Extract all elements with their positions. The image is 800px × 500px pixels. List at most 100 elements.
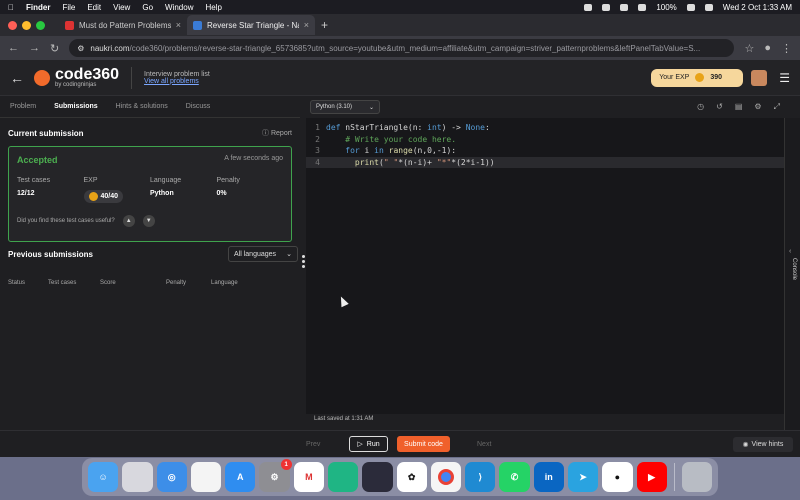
maximize-window-button[interactable] (36, 20, 45, 30)
code360-logo[interactable]: code360 by codingninjas (34, 65, 119, 88)
control-center-icon[interactable] (704, 3, 713, 11)
launchpad-icon[interactable] (122, 462, 153, 492)
current-submission-title: Current submission (8, 128, 84, 138)
bluetooth-icon[interactable] (620, 3, 629, 11)
exp-badge[interactable]: Your EXP 390 (651, 68, 744, 87)
github-icon[interactable]: ● (602, 462, 633, 492)
reload-icon[interactable]: ↻ (50, 42, 59, 55)
panel-resize-handle[interactable] (302, 255, 305, 270)
language-filter-select[interactable]: All languages ⌄ (228, 246, 298, 262)
chatgpt-icon[interactable]: ✿ (396, 462, 427, 492)
avatar[interactable] (751, 69, 768, 86)
safari-icon[interactable]: ◎ (156, 462, 187, 492)
code-editor[interactable]: 1 def nStarTriangle(n: int) -> None: 2 # … (306, 118, 784, 414)
back-arrow-icon[interactable]: ← (8, 42, 19, 54)
stat-test-cases: Test cases 12/12 (17, 177, 84, 203)
timer-icon[interactable]: ◷ (697, 102, 704, 112)
chrome-icon[interactable] (430, 462, 462, 492)
browser-menu-icon[interactable]: ⋮ (781, 42, 792, 55)
battery-percent[interactable]: 100% (656, 3, 676, 12)
gmail-icon[interactable]: M (293, 462, 324, 492)
stat-label: Language (150, 177, 182, 184)
youtube-icon[interactable]: ▶ (636, 462, 667, 492)
run-button[interactable]: ▷ Run (349, 436, 388, 452)
vscode-icon[interactable]: ⟩ (465, 462, 496, 492)
tab-hints-solutions[interactable]: Hints & solutions (116, 103, 168, 110)
linkedin-icon[interactable]: in (533, 462, 564, 492)
logo-text-a: code (55, 65, 93, 83)
stat-label: EXP (83, 177, 98, 184)
new-tab-button[interactable]: + (321, 18, 328, 32)
menu-finder[interactable]: Finder (26, 3, 50, 12)
menu-help[interactable]: Help (205, 3, 221, 12)
site-info-icon[interactable]: ⚙ (77, 44, 84, 53)
menu-file[interactable]: File (62, 3, 75, 12)
telegram-icon[interactable]: ➤ (567, 462, 599, 492)
tab-submissions[interactable]: Submissions (54, 103, 98, 110)
tab-close-button[interactable]: × (176, 20, 181, 30)
system-settings-icon[interactable]: ⚙ 1 (259, 459, 292, 492)
submit-code-button[interactable]: Submit code (397, 436, 450, 452)
davinci-icon[interactable] (362, 462, 393, 492)
address-toolbar: ← → ↻ ⚙ naukri.com/code360/problems/reve… (0, 36, 800, 60)
feedback-row: Did you find these test cases useful? ▲ … (17, 215, 283, 227)
console-toggle[interactable]: ‹ Console (784, 118, 800, 430)
view-hints-button[interactable]: ✺ View hints (733, 437, 793, 452)
report-button[interactable]: ⓘ Report (262, 128, 292, 138)
whatsapp-icon[interactable]: ✆ (499, 462, 530, 492)
view-all-problems-link[interactable]: View all problems (144, 78, 210, 85)
prev-button[interactable]: Prev (306, 441, 320, 448)
menu-edit[interactable]: Edit (87, 3, 101, 12)
clock[interactable]: Wed 2 Oct 1:33 AM (723, 3, 792, 12)
profile-icon[interactable]: ● (764, 42, 771, 54)
stat-language: Language Python (150, 177, 217, 203)
finder-icon[interactable]: ☺ (88, 462, 119, 492)
volume-icon[interactable] (602, 3, 611, 11)
next-button[interactable]: Next (477, 441, 491, 448)
stat-value: 12/12 (17, 190, 35, 197)
thumbs-up-icon[interactable]: ▲ (122, 215, 135, 227)
cloud-app-icon[interactable] (327, 462, 359, 492)
stat-value: Python (150, 190, 174, 197)
stat-penalty: Penalty 0% (217, 177, 284, 203)
language-select[interactable]: Python (3.10) ⌄ (310, 100, 380, 114)
browser-tab-strip: Must do Pattern Problems be × Reverse St… (0, 14, 800, 36)
column-score: Score (100, 280, 116, 286)
settings-gear-icon[interactable]: ⚙ (754, 102, 761, 112)
reset-icon[interactable]: ↺ (716, 102, 723, 112)
left-tabs: Problem Submissions Hints & solutions Di… (0, 96, 300, 118)
submission-result-card: Accepted A few seconds ago Test cases 12… (8, 146, 292, 242)
close-window-button[interactable] (8, 20, 17, 30)
hamburger-menu-icon[interactable]: ☰ (779, 71, 790, 85)
status-icon[interactable] (584, 3, 593, 11)
bookmark-star-icon[interactable]: ☆ (744, 42, 754, 55)
back-arrow-icon[interactable]: ← (10, 70, 24, 86)
menu-go[interactable]: Go (142, 3, 153, 12)
tab-close-button[interactable]: × (304, 20, 309, 30)
apple-icon[interactable]:  (8, 3, 14, 12)
menu-view[interactable]: View (113, 3, 130, 12)
tab-title: Must do Pattern Problems be (79, 20, 171, 30)
browser-tab-reverse-star[interactable]: Reverse Star Triangle - Nauk × (187, 15, 315, 35)
battery-icon[interactable] (686, 3, 695, 11)
tab-problem[interactable]: Problem (10, 103, 36, 110)
address-bar[interactable]: ⚙ naukri.com/code360/problems/reverse-st… (69, 39, 735, 57)
url-host: naukri.com (90, 43, 130, 53)
browser-tab-patterns[interactable]: Must do Pattern Problems be × (59, 15, 187, 35)
thumbs-down-icon[interactable]: ▼ (142, 215, 155, 227)
tab-discuss[interactable]: Discuss (186, 103, 211, 110)
photos-icon[interactable] (190, 462, 222, 492)
minimize-window-button[interactable] (22, 20, 31, 30)
youtube-favicon-icon (65, 20, 74, 30)
stat-value: 0% (216, 190, 227, 197)
forward-arrow-icon[interactable]: → (29, 42, 40, 54)
fullscreen-icon[interactable]: ⤢ (774, 102, 780, 112)
menu-window[interactable]: Window (165, 3, 193, 12)
wifi-icon[interactable] (638, 3, 647, 11)
editor-panel: Python (3.10) ⌄ ◷ ↺ ▤ ⚙ ⤢ 1 def nStarTria… (306, 96, 800, 430)
play-icon: ▷ (357, 441, 363, 448)
chevron-left-icon: ‹ (789, 248, 792, 255)
layout-icon[interactable]: ▤ (735, 102, 743, 112)
trash-icon[interactable] (681, 462, 713, 492)
app-store-icon[interactable]: A (225, 462, 256, 492)
